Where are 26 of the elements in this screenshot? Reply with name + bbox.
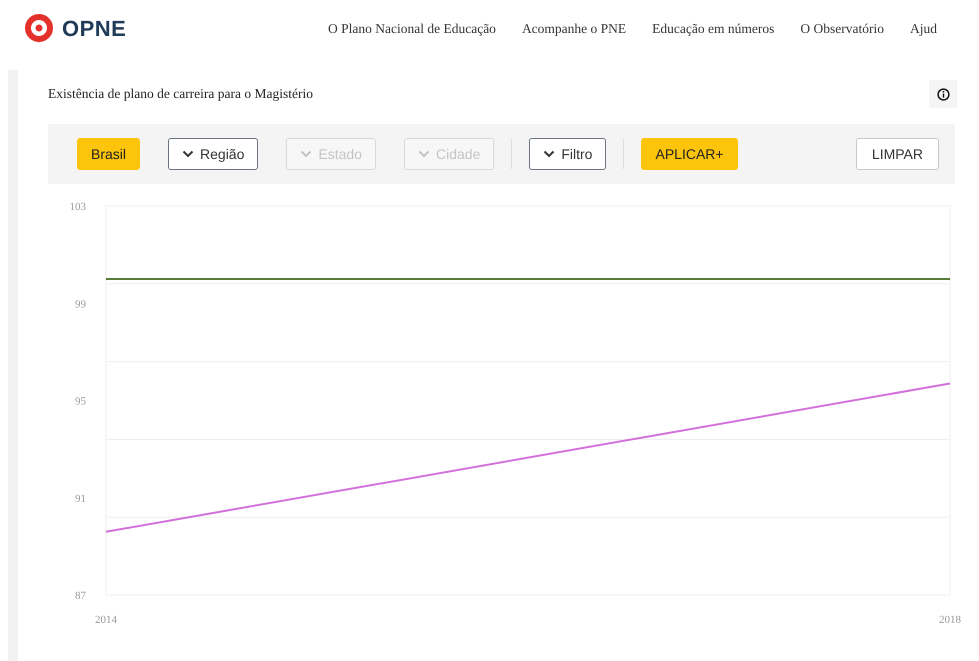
chevron-down-icon (300, 150, 312, 158)
dropdown-button[interactable]: Região (168, 138, 258, 170)
logo-icon[interactable] (24, 14, 54, 44)
info-button[interactable] (929, 80, 957, 108)
nav-link[interactable]: Acompanhe o PNE (522, 21, 626, 37)
chart-title: Existência de plano de carreira para o Magistério (48, 86, 314, 102)
y-axis-label: 91 (75, 492, 86, 505)
y-axis-label: 99 (75, 298, 86, 310)
chevron-down-icon (543, 150, 556, 158)
chevron-down-icon (182, 150, 194, 158)
y-axis-label: 103 (70, 201, 86, 213)
y-axis-label: 95 (75, 396, 86, 408)
action-button[interactable]: APLICAR+ (641, 138, 738, 170)
y-axis-label: 87 (75, 590, 86, 602)
logo-text[interactable]: OPNE (62, 16, 126, 42)
dropdown-button[interactable]: Filtro (529, 138, 606, 170)
action-button[interactable]: Brasil (77, 138, 140, 170)
info-icon (936, 88, 950, 100)
x-axis-label: 2014 (95, 614, 117, 626)
clear-button[interactable]: LIMPAR (856, 138, 939, 170)
nav-link[interactable]: O Plano Nacional de Educação (328, 21, 496, 37)
nav-link[interactable]: O Observatório (800, 21, 884, 37)
nav-link[interactable]: Educação em números (652, 21, 774, 37)
nav-link[interactable]: Ajud (910, 21, 937, 37)
x-axis-label: 2018 (939, 614, 961, 626)
chevron-down-icon (418, 150, 430, 158)
